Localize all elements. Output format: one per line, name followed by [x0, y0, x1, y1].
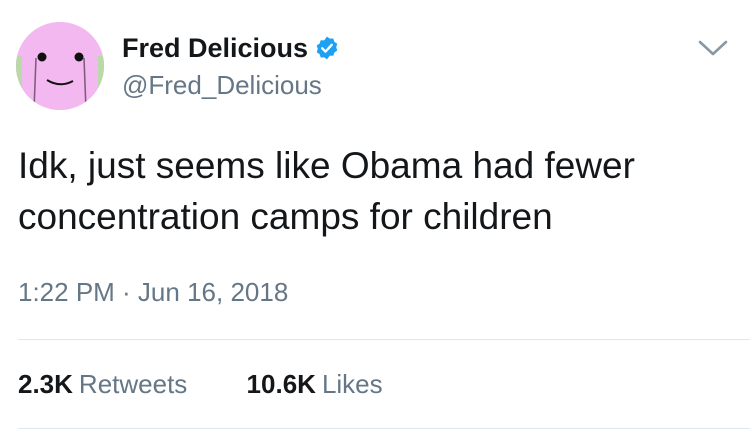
retweets-label: Retweets	[78, 369, 188, 399]
tweet-stats: 2.3K Retweets 10.6K Likes	[18, 369, 383, 399]
author-display-name-row[interactable]: Fred Delicious	[122, 32, 340, 64]
divider	[18, 428, 750, 429]
author-display-name[interactable]: Fred Delicious	[122, 33, 308, 63]
retweets-count: 2.3K	[18, 369, 73, 399]
author-handle[interactable]: @Fred_Delicious	[122, 70, 322, 100]
likes-stat[interactable]: 10.6K Likes	[247, 369, 383, 399]
tweet-card: Fred Delicious @Fred_Delicious Idk, just…	[0, 0, 750, 433]
avatar-face-image	[16, 22, 104, 110]
retweets-stat[interactable]: 2.3K Retweets	[18, 369, 187, 399]
divider	[18, 339, 750, 340]
likes-count: 10.6K	[246, 369, 316, 399]
tweet-timestamp[interactable]: 1:22 PM · Jun 16, 2018	[18, 277, 288, 307]
verified-badge-icon	[316, 36, 338, 60]
likes-label: Likes	[321, 369, 383, 399]
avatar[interactable]	[16, 22, 104, 110]
tweet-text: Idk, just seems like Obama had fewer con…	[18, 145, 635, 237]
chevron-down-icon[interactable]	[697, 36, 729, 60]
